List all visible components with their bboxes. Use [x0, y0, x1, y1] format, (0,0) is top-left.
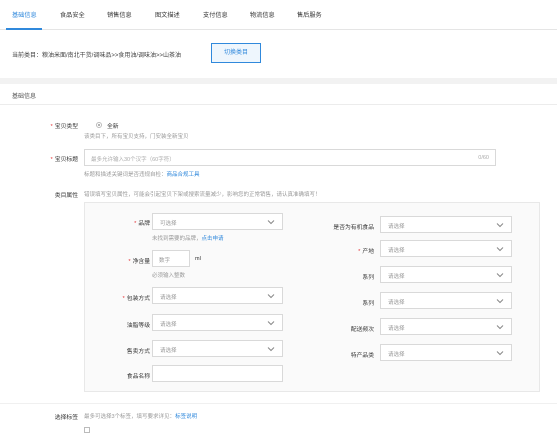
- series-label-2: 系列: [362, 301, 374, 307]
- chevron-down-icon: [496, 247, 504, 252]
- net-content-hint: 必须输入整数: [152, 273, 186, 279]
- new-radio-label: 全新: [107, 124, 119, 130]
- chevron-down-icon: [496, 299, 504, 304]
- packaging-label: * 包装方式: [122, 296, 150, 302]
- char-counter: 0/60: [478, 155, 489, 161]
- net-content-unit: ml: [195, 256, 201, 262]
- origin-label: * 产地: [358, 249, 374, 255]
- food-name-label: 食品名称: [126, 374, 150, 380]
- series-select[interactable]: 请选择: [380, 266, 512, 283]
- packaging-select[interactable]: 请选择: [152, 287, 283, 304]
- apply-brand-link[interactable]: 点击申请: [202, 236, 224, 242]
- tags-label: 选择标签: [54, 415, 78, 421]
- specialty-select[interactable]: 请选择: [380, 344, 512, 361]
- brand-label: * 品牌: [134, 221, 150, 227]
- divider: [0, 403, 557, 404]
- item-title-placeholder: 最多允许输入30个汉字（60字符）: [91, 157, 175, 163]
- tab-logistics[interactable]: 物流信息: [250, 10, 275, 19]
- oil-grade-select[interactable]: 请选择: [152, 314, 283, 331]
- net-content-input[interactable]: 数字: [152, 250, 190, 267]
- sale-method-label: 售卖方式: [126, 349, 150, 355]
- chevron-down-icon: [267, 220, 275, 225]
- chevron-down-icon: [267, 347, 275, 352]
- tag-checkbox[interactable]: [84, 427, 90, 433]
- item-type-label: * 宝贝类型: [50, 124, 78, 130]
- tab-payment[interactable]: 支付信息: [203, 10, 228, 19]
- attributes-hint: 错误填写宝贝属性，可能会引起宝贝下架或搜索流量减少，影响您的正常销售，请认真准确…: [84, 192, 321, 198]
- tab-description[interactable]: 图文描述: [155, 10, 180, 19]
- new-radio[interactable]: [96, 122, 102, 128]
- origin-select[interactable]: 请选择: [380, 240, 512, 257]
- tab-food-safety[interactable]: 食品安全: [60, 10, 85, 19]
- tab-after-sales[interactable]: 售后服务: [297, 10, 322, 19]
- chevron-down-icon: [496, 223, 504, 228]
- chevron-down-icon: [267, 321, 275, 326]
- series-label: 系列: [362, 275, 374, 281]
- current-category: 当前类目：粮油米面/南北干货/调味品>>食用油/调味油>>山茶油: [12, 53, 182, 59]
- divider: [0, 78, 557, 84]
- item-title-label: * 宝贝标题: [50, 157, 78, 163]
- brand-select[interactable]: 可选择: [152, 213, 283, 230]
- compliance-tool-link[interactable]: 商品合规工具: [167, 172, 200, 178]
- chevron-down-icon: [496, 325, 504, 330]
- organic-select[interactable]: 请选择: [380, 216, 512, 233]
- sale-method-select[interactable]: 请选择: [152, 340, 283, 357]
- chevron-down-icon: [496, 273, 504, 278]
- tab-bar: 基础信息 食品安全 销售信息 图文描述 支付信息 物流信息 售后服务: [0, 0, 557, 30]
- delivery-frequency-select[interactable]: 请选择: [380, 318, 512, 335]
- tags-help-link[interactable]: 标签说明: [175, 414, 197, 420]
- item-title-input[interactable]: 最多允许输入30个汉字（60字符） 0/60: [84, 149, 496, 166]
- divider: [0, 104, 557, 105]
- food-name-input[interactable]: [152, 365, 283, 382]
- category-row: 当前类目：粮油米面/南北干货/调味品>>食用油/调味油>>山茶油: [0, 30, 557, 80]
- tab-sales-info[interactable]: 销售信息: [107, 10, 132, 19]
- item-title-hint: 标题和描述关键词是否违规自检：商品合规工具: [84, 172, 200, 178]
- item-type-hint: 该类目下，所有宝贝支持，门安装全新宝贝: [84, 134, 189, 140]
- net-content-label: * 净含量: [128, 259, 150, 265]
- attributes-label: 类目属性: [54, 193, 78, 199]
- organic-label: 是否为有机食品: [333, 225, 374, 231]
- brand-hint: 未找到需要的品牌，点击申请: [152, 236, 224, 242]
- tags-hint: 最多可选择3个标签，填写要求详见：标签说明: [84, 414, 198, 420]
- section-title: 基础信息: [12, 94, 37, 100]
- chevron-down-icon: [496, 351, 504, 356]
- series-select-2[interactable]: 请选择: [380, 292, 512, 309]
- switch-category-button[interactable]: 切换类目: [211, 43, 261, 63]
- chevron-down-icon: [267, 294, 275, 299]
- oil-grade-label: 油脂等级: [126, 323, 150, 329]
- specialty-label: 特产品类: [350, 353, 374, 359]
- tab-basic-info[interactable]: 基础信息: [12, 10, 37, 19]
- delivery-frequency-label: 配送频次: [350, 327, 374, 333]
